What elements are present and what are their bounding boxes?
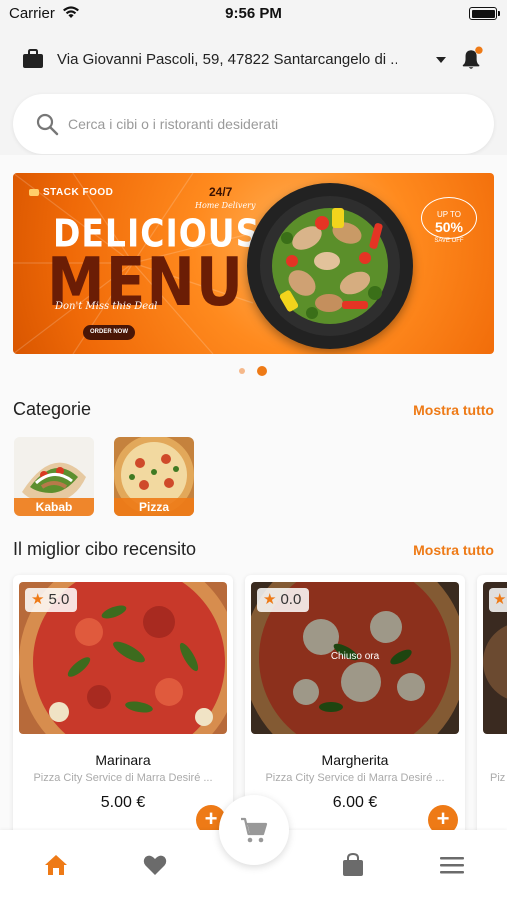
search-input[interactable]: Cerca i cibi o i ristoranti desiderati [68, 116, 278, 132]
cart-icon [241, 817, 268, 843]
chevron-down-icon[interactable] [436, 57, 446, 63]
closed-label: Chiuso ora [330, 651, 380, 662]
badge-bottom-text: SAVE OFF [434, 238, 464, 244]
category-label: Kabab [14, 498, 94, 516]
home-icon[interactable] [43, 852, 69, 878]
add-to-cart-button[interactable]: + [428, 805, 458, 830]
banner-delivery-text: Home Delivery [195, 201, 256, 210]
rating-value: 0.0 [280, 591, 302, 608]
food-card-margherita[interactable]: Chiuso ora ★ 0.0 Margherita Pizza City Se… [245, 575, 465, 830]
badge-top-text: UP TO [436, 210, 461, 219]
food-name: Margherita [321, 752, 389, 768]
banner-brand-text: STACK FOOD [43, 187, 114, 198]
category-label: Pizza [114, 498, 194, 516]
order-now-button[interactable]: ORDER NOW [83, 325, 135, 340]
status-bar: Carrier 9:56 PM [0, 0, 507, 26]
carousel-dot-active[interactable] [257, 366, 267, 376]
food-name: Marinara [95, 752, 151, 768]
restaurant-name: Piz [490, 772, 506, 784]
star-icon: ★ [263, 591, 277, 608]
battery-icon [469, 7, 500, 20]
home-content[interactable]: STACK FOOD DELICIOUS MENU Don't Miss thi… [0, 155, 507, 830]
bell-icon[interactable] [460, 46, 484, 72]
banner-tagline: Don't Miss this Deal [55, 301, 158, 312]
address-bar[interactable]: Via Giovanni Pascoli, 59, 47822 Santarca… [0, 40, 507, 80]
heart-icon[interactable] [142, 852, 168, 878]
delivery-address[interactable]: Via Giovanni Pascoli, 59, 47822 Santarca… [57, 51, 397, 68]
rating-badge: ★ 5.0 [25, 588, 78, 612]
banner-delivery-hours: 24/7 [209, 185, 233, 199]
badge-value: 50% [434, 219, 464, 235]
search-bar[interactable]: Cerca i cibi o i ristoranti desiderati [13, 94, 494, 154]
category-pizza[interactable]: Pizza [114, 437, 194, 516]
best-reviewed-heading: Il miglior cibo recensito [13, 539, 197, 559]
search-icon [36, 113, 59, 136]
clock: 9:56 PM [225, 5, 282, 22]
categories-heading: Categorie [13, 399, 92, 419]
rating-badge: ★ [489, 588, 507, 612]
food-card-marinara[interactable]: ★ 5.0 Marinara Pizza City Service di Marr… [13, 575, 233, 830]
best-reviewed-show-all-link[interactable]: Mostra tutto [413, 542, 494, 558]
shopping-bag-icon[interactable] [340, 852, 366, 878]
discount-badge: UP TO 50% SAVE OFF [421, 197, 477, 244]
grilled-food-illustration [260, 196, 400, 336]
brand-logo-icon [29, 188, 39, 196]
food-card-partial[interactable]: ★ Piz [477, 575, 507, 830]
restaurant-name: Pizza City Service di Marra Desiré ... [265, 772, 445, 784]
briefcase-icon [23, 49, 43, 68]
categories-show-all-link[interactable]: Mostra tutto [413, 402, 494, 418]
promo-banner[interactable]: STACK FOOD DELICIOUS MENU Don't Miss thi… [13, 173, 494, 354]
banner-brand: STACK FOOD [29, 187, 113, 198]
food-plate-image [247, 183, 413, 349]
star-icon: ★ [31, 591, 45, 608]
cart-button[interactable] [219, 795, 289, 865]
restaurant-name: Pizza City Service di Marra Desiré ... [33, 772, 213, 784]
rating-badge: ★ 0.0 [257, 588, 310, 612]
menu-icon[interactable] [439, 852, 465, 878]
rating-value: 5.0 [48, 591, 70, 608]
carousel-dot[interactable] [239, 368, 245, 374]
category-kabab[interactable]: Kabab [14, 437, 94, 516]
star-icon: ★ [493, 591, 507, 608]
